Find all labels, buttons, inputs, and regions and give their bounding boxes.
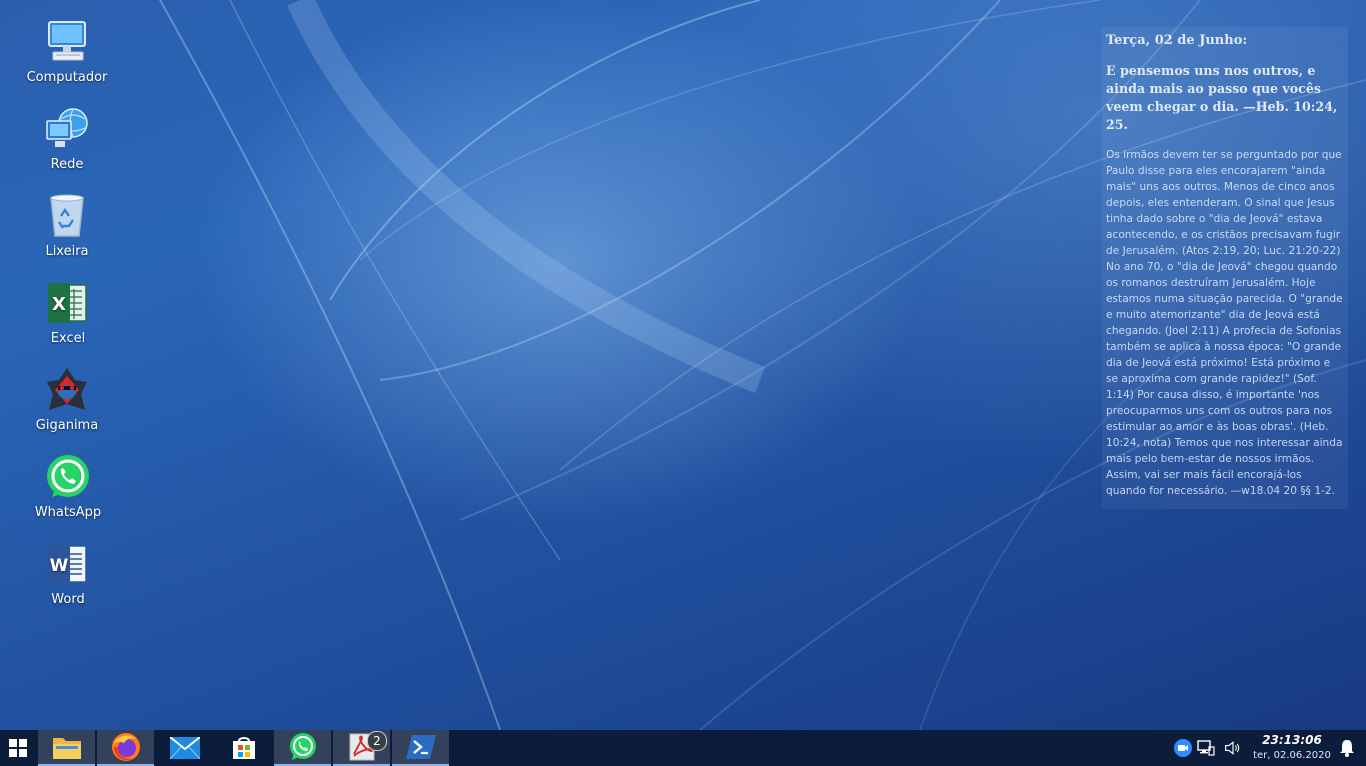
widget-verse: E pensemos uns nos outros, e ainda mais … xyxy=(1106,63,1338,132)
zoom-icon[interactable] xyxy=(1174,739,1192,757)
taskbar-app-powershell[interactable] xyxy=(392,730,449,766)
clock-date: ter, 02.06.2020 xyxy=(1253,750,1331,761)
desktop-icon-label: Lixeira xyxy=(45,244,89,259)
recycle-bin-icon xyxy=(43,192,91,240)
volume-icon[interactable] xyxy=(1224,739,1242,757)
bell-icon[interactable] xyxy=(1338,739,1356,757)
file-explorer-icon xyxy=(52,738,81,759)
clock-time: 23:13:06 xyxy=(1262,733,1322,747)
taskbar-app-store[interactable] xyxy=(215,730,272,766)
taskbar-app-mail[interactable] xyxy=(156,730,213,766)
desktop-icon-excel[interactable]: X Excel xyxy=(23,279,113,346)
acrobat-badge: 2 xyxy=(367,731,387,751)
widget-body: Os irmãos devem ter se perguntado por qu… xyxy=(1106,149,1343,497)
widget-date: Terça, 02 de Junho: xyxy=(1106,33,1248,48)
desktop-icon-whatsapp[interactable]: WhatsApp xyxy=(23,453,113,520)
desktop-icon-word[interactable]: W Word xyxy=(23,540,113,607)
desktop-icon-label: WhatsApp xyxy=(34,505,102,520)
desktop-icon-lixeira[interactable]: Lixeira xyxy=(22,192,112,259)
desktop-icon-label: Rede xyxy=(50,157,84,172)
start-button[interactable] xyxy=(0,730,36,766)
firefox-icon xyxy=(111,733,140,761)
desktop-icon-label: Giganima xyxy=(35,418,99,433)
svg-text:X: X xyxy=(52,294,66,315)
daily-text-widget: Terça, 02 de Junho: E pensemos uns nos o… xyxy=(1102,27,1348,509)
taskbar-app-file-explorer[interactable] xyxy=(38,730,95,766)
desktop-icon-label: Computador xyxy=(26,70,108,85)
taskbar: 2 23:13:06 ter, 02.06.2020 xyxy=(0,730,1366,766)
whatsapp-icon xyxy=(289,733,316,760)
powershell-icon xyxy=(405,735,436,759)
taskbar-clock[interactable]: 23:13:06 ter, 02.06.2020 xyxy=(1250,733,1334,761)
windows-logo-icon xyxy=(9,739,27,757)
giganima-logo-icon xyxy=(43,366,91,414)
word-icon: W xyxy=(44,540,92,588)
desktop-icon-computador[interactable]: Computador xyxy=(22,18,112,85)
taskbar-app-acrobat[interactable]: 2 xyxy=(333,730,390,766)
store-icon xyxy=(232,737,255,759)
excel-icon: X xyxy=(44,279,92,327)
computer-icon xyxy=(43,18,91,66)
mail-icon xyxy=(169,737,200,759)
taskbar-app-firefox[interactable] xyxy=(97,730,154,766)
desktop: Computador Rede Lixeira X Excel Giganima… xyxy=(0,0,1366,730)
network-icon[interactable] xyxy=(1197,739,1215,757)
desktop-icon-label: Excel xyxy=(50,331,86,346)
desktop-icon-rede[interactable]: Rede xyxy=(22,105,112,172)
desktop-icon-giganima[interactable]: Giganima xyxy=(22,366,112,433)
desktop-icon-label: Word xyxy=(51,592,85,607)
svg-text:W: W xyxy=(50,556,69,576)
taskbar-app-whatsapp[interactable] xyxy=(274,730,331,766)
whatsapp-icon xyxy=(44,453,92,501)
network-globe-icon xyxy=(43,105,91,153)
